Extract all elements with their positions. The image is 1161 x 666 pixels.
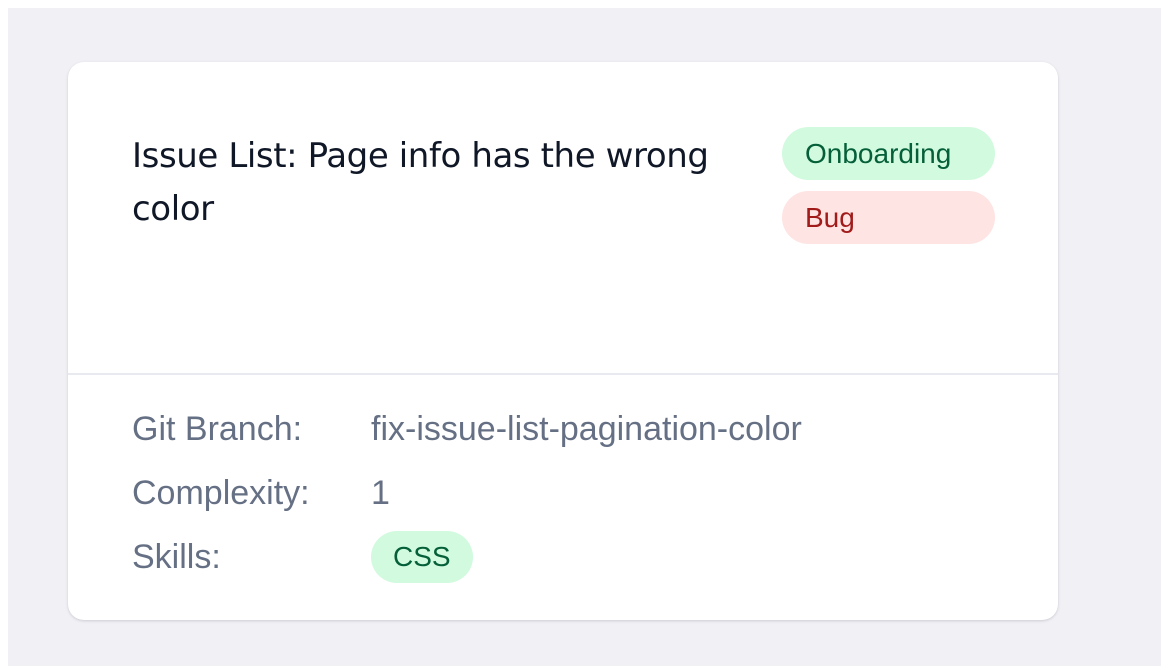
card-divider (68, 373, 1058, 375)
git-branch-value: fix-issue-list-pagination-color (371, 410, 802, 448)
issue-badges: Onboarding Bug (782, 127, 995, 244)
issue-title: Issue List: Page info has the wrong colo… (132, 136, 709, 229)
issue-card-header: Issue List: Page info has the wrong colo… (68, 62, 1058, 373)
skills-label: Skills: (132, 538, 221, 576)
complexity-value: 1 (371, 474, 390, 512)
badge-bug: Bug (782, 191, 995, 244)
complexity-label: Complexity: (132, 474, 310, 512)
skill-badge-css: CSS (371, 531, 473, 583)
issue-card[interactable]: Issue List: Page info has the wrong colo… (68, 62, 1058, 620)
page-background: Issue List: Page info has the wrong colo… (8, 8, 1161, 666)
badge-onboarding: Onboarding (782, 127, 995, 180)
git-branch-label: Git Branch: (132, 410, 303, 448)
